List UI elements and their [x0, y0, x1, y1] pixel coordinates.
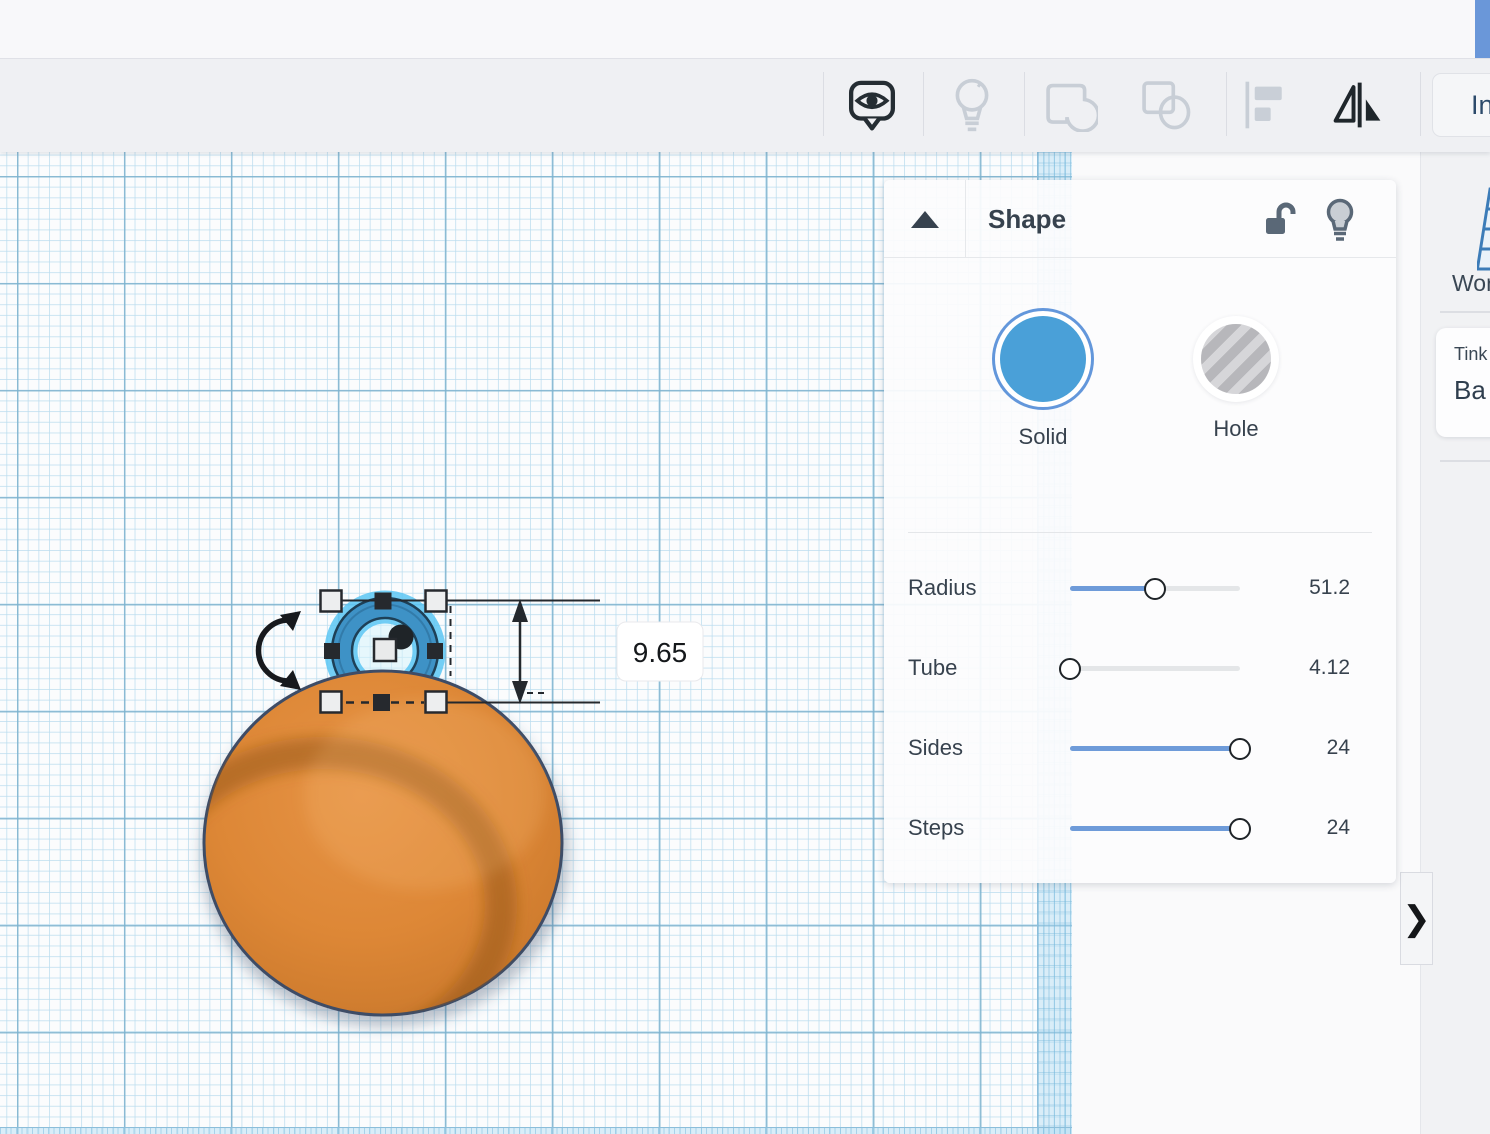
slider-fill [1070, 746, 1240, 751]
right-sidebar [1420, 152, 1490, 1134]
slider-fill [1070, 586, 1155, 591]
ungroup-button[interactable] [1138, 77, 1194, 133]
slider-row-tube: Tube 4.12 [884, 629, 1396, 709]
panel-collapse-button[interactable] [884, 180, 966, 258]
hole-label: Hole [1156, 416, 1316, 442]
corner-handle-tr [426, 591, 447, 612]
dimension-value: 9.65 [633, 637, 688, 668]
slider-thumb[interactable] [1229, 738, 1251, 760]
toolbar-separator [1420, 72, 1421, 136]
toolbar-separator [1024, 72, 1025, 136]
corner-handle-tl [321, 591, 342, 612]
mirror-icon [1330, 78, 1386, 132]
tube-slider[interactable] [1070, 666, 1240, 671]
tinkercad-editor: { "header": { "import_label": "In" }, "t… [0, 0, 1490, 1134]
sides-slider[interactable] [1070, 746, 1240, 751]
center-scale-handle [374, 639, 396, 661]
align-icon [1241, 78, 1293, 132]
group-icon [1042, 78, 1098, 132]
show-all-button[interactable] [844, 77, 900, 133]
solid-option[interactable]: Solid [963, 308, 1123, 450]
panel-header: Shape [884, 180, 1396, 258]
radius-slider[interactable] [1070, 586, 1240, 591]
toolbar-separator [1226, 72, 1227, 136]
rotate-handle-icon[interactable] [259, 611, 302, 690]
solid-label: Solid [963, 424, 1123, 450]
chevron-right-icon: ❯ [1402, 899, 1431, 939]
toolbar-separator [823, 72, 824, 136]
collapse-arrow-icon [911, 211, 939, 228]
shape-inspector-panel: Shape Solid Hole Radius [884, 180, 1396, 883]
hidden-objects-icon [946, 77, 998, 133]
mid-handle-right [427, 643, 443, 659]
selection-handles[interactable] [321, 591, 447, 713]
workplane-label: Wor [1452, 270, 1490, 297]
unlock-icon[interactable] [1264, 200, 1298, 240]
slider-value: 51.2 [1309, 576, 1350, 600]
slider-label: Tube [908, 655, 957, 681]
hole-option[interactable]: Hole [1156, 308, 1316, 442]
library-title: Ba [1454, 375, 1490, 406]
import-button[interactable]: In [1432, 73, 1490, 137]
slider-value: 24 [1327, 736, 1350, 760]
show-all-icon [845, 78, 899, 132]
sidebar-divider [1440, 460, 1490, 462]
slider-value: 4.12 [1309, 656, 1350, 680]
show-hidden-button[interactable] [944, 77, 1000, 133]
app-top-bar [0, 0, 1490, 58]
toolbar-separator [923, 72, 924, 136]
slider-label: Steps [908, 815, 964, 841]
library-kicker: Tink [1454, 344, 1490, 365]
workplane-icon[interactable] [1477, 183, 1490, 275]
slider-row-sides: Sides 24 [884, 709, 1396, 789]
lightbulb-icon[interactable] [1322, 197, 1358, 243]
editor-toolbar: In [0, 58, 1490, 152]
panel-divider [908, 532, 1372, 533]
group-button[interactable] [1042, 77, 1098, 133]
slider-thumb[interactable] [1229, 818, 1251, 840]
mid-handle-bottom [373, 694, 390, 711]
sidebar-divider [1440, 311, 1490, 313]
slider-thumb[interactable] [1144, 578, 1166, 600]
solid-swatch[interactable] [1000, 316, 1086, 402]
torus-shape-orange[interactable] [145, 671, 562, 1057]
shape-library-selector[interactable]: Tink Ba [1436, 328, 1490, 437]
corner-handle-bl [321, 692, 342, 713]
align-button[interactable] [1239, 77, 1295, 133]
hole-swatch[interactable] [1201, 324, 1271, 394]
slider-row-steps: Steps 24 [884, 789, 1396, 869]
slider-label: Sides [908, 735, 963, 761]
mirror-button[interactable] [1330, 77, 1386, 133]
panel-title: Shape [988, 204, 1066, 235]
slider-value: 24 [1327, 816, 1350, 840]
mid-handle-top [375, 593, 392, 610]
dimension-value-field[interactable]: 9.65 [617, 622, 703, 681]
mid-handle-left [324, 643, 340, 659]
steps-slider[interactable] [1070, 826, 1240, 831]
slider-thumb[interactable] [1059, 658, 1081, 680]
sidebar-collapse-button[interactable]: ❯ [1400, 872, 1433, 965]
slider-fill [1070, 826, 1240, 831]
import-label: In [1471, 90, 1490, 121]
corner-handle-br [426, 692, 447, 713]
slider-row-radius: Radius 51.2 [884, 549, 1396, 629]
ungroup-icon [1138, 78, 1194, 132]
slider-label: Radius [908, 575, 976, 601]
topbar-accent-button[interactable] [1475, 0, 1490, 58]
